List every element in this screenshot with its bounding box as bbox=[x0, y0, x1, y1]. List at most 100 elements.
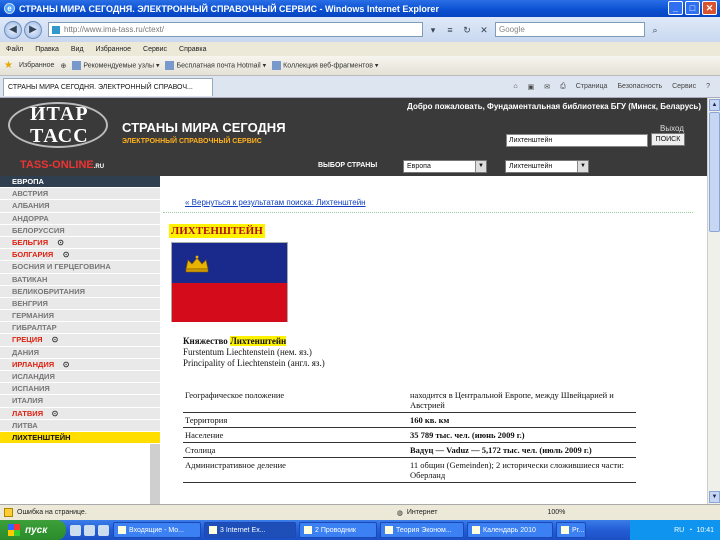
menu-help[interactable]: Справка bbox=[179, 46, 206, 53]
favorite-link-1[interactable]: Рекомендуемые узлы ▾ bbox=[72, 61, 159, 70]
stop-icon[interactable]: ✕ bbox=[477, 23, 491, 37]
menu-view[interactable]: Вид bbox=[71, 46, 84, 53]
language-indicator[interactable]: RU bbox=[674, 527, 684, 534]
taskbar-item[interactable]: 3 Internet Ex... bbox=[204, 522, 296, 538]
site-search-input[interactable]: Лихтенштейн bbox=[506, 134, 648, 147]
sidebar-item[interactable]: АНДОРРА bbox=[0, 212, 160, 225]
zoom-level[interactable]: 100% bbox=[547, 509, 565, 516]
sidebar-item[interactable]: ЛИТВА bbox=[0, 419, 160, 432]
search-icon[interactable]: ⌕ bbox=[648, 23, 662, 37]
refresh-icon[interactable]: ↻ bbox=[460, 23, 474, 37]
favorite-link-icon bbox=[72, 61, 82, 70]
maximize-button[interactable]: □ bbox=[685, 1, 700, 15]
minimize-button[interactable]: _ bbox=[668, 1, 683, 15]
tray-icon[interactable]: ◔ bbox=[688, 527, 692, 534]
sidebar-item-label: ВАТИКАН bbox=[12, 274, 48, 284]
scrollbar-thumb[interactable] bbox=[709, 112, 720, 232]
menu-favorites[interactable]: Избранное bbox=[96, 46, 131, 53]
warning-icon[interactable] bbox=[4, 508, 13, 517]
site-search-button[interactable]: ПОИСК bbox=[651, 133, 685, 146]
help-icon[interactable]: ? bbox=[706, 83, 710, 91]
quicklaunch-icon[interactable] bbox=[70, 524, 81, 536]
feeds-icon[interactable]: ▣ bbox=[528, 83, 535, 91]
quicklaunch-icon[interactable] bbox=[84, 524, 95, 536]
sidebar-item[interactable]: АЛБАНИЯ bbox=[0, 200, 160, 213]
safety-menu[interactable]: Безопасность bbox=[617, 83, 662, 91]
sidebar-item[interactable]: ИСЛАНДИЯ bbox=[0, 371, 160, 384]
forward-button[interactable]: ▶ bbox=[24, 20, 42, 39]
sidebar-item[interactable]: БОЛГАРИЯ ⊙ bbox=[0, 249, 160, 262]
sidebar-item[interactable]: БЕЛЬГИЯ ⊙ bbox=[0, 236, 160, 250]
sidebar-item[interactable]: ИТАЛИЯ bbox=[0, 395, 160, 408]
tass-online-logo[interactable]: TASS-ONLINE.RU bbox=[20, 159, 104, 171]
app-icon bbox=[472, 526, 480, 534]
compat-view-icon[interactable]: ≡ bbox=[443, 23, 457, 37]
scroll-up-icon[interactable]: ▲ bbox=[709, 99, 720, 111]
back-to-results-link[interactable]: « Вернуться к результатам поиска: Лихтен… bbox=[185, 198, 366, 207]
sidebar-item[interactable]: ЕВРОПА bbox=[0, 176, 160, 189]
taskbar-item[interactable]: Входящие - Mo... bbox=[113, 522, 201, 538]
sidebar-item[interactable]: ДАНИЯ bbox=[0, 346, 160, 359]
sidebar-item[interactable]: ВАТИКАН bbox=[0, 273, 160, 286]
sidebar-item[interactable]: ИРЛАНДИЯ ⊙ bbox=[0, 358, 160, 371]
sidebar-item[interactable]: БОСНИЯ И ГЕРЦЕГОВИНА bbox=[0, 261, 160, 274]
sidebar-item[interactable]: ГРЕЦИЯ ⊙ bbox=[0, 334, 160, 347]
sidebar-item[interactable]: ЛИХТЕНШТЕЙН bbox=[0, 431, 160, 445]
fact-value: 35 789 тыс. чел. (июнь 2009 г.) bbox=[408, 427, 636, 443]
favorite-link-3-label: Коллекция веб-фрагментов bbox=[283, 62, 373, 70]
sidebar-item[interactable]: ГИБРАЛТАР bbox=[0, 322, 160, 335]
clock[interactable]: 10:41 bbox=[696, 527, 714, 534]
name-prefix: Княжество bbox=[183, 336, 231, 346]
menu-file[interactable]: Файл bbox=[6, 46, 23, 53]
fact-label: Административное деление bbox=[183, 457, 408, 483]
back-button[interactable]: ◀ bbox=[4, 20, 22, 39]
country-select-value: Лихтенштейн bbox=[509, 163, 553, 170]
home-icon[interactable]: ⌂ bbox=[513, 83, 517, 91]
sidebar-item-label: АВСТРИЯ bbox=[12, 189, 49, 199]
web-search-input[interactable]: Google bbox=[495, 22, 645, 37]
address-field[interactable]: http://www.ima-tass.ru/ctext/ bbox=[48, 22, 423, 37]
media-icon: ⊙ bbox=[57, 237, 64, 247]
itar-tass-logo[interactable]: ИТАР ТАСС bbox=[8, 100, 108, 156]
taskbar-item[interactable]: Календарь 2010 bbox=[467, 522, 553, 538]
sidebar-item[interactable]: ВЕНГРИЯ bbox=[0, 297, 160, 311]
menu-tools[interactable]: Сервис bbox=[143, 46, 167, 53]
globe-icon: ◍ bbox=[396, 509, 403, 517]
country-facts-table: Географическое положение находится в Цент… bbox=[183, 388, 636, 483]
taskbar-item[interactable]: 2 Проводник bbox=[299, 522, 377, 538]
country-select[interactable]: Лихтенштейн ▼ bbox=[505, 160, 589, 173]
sidebar-item[interactable]: ГЕРМАНИЯ bbox=[0, 310, 160, 323]
sidebar-item[interactable]: ЛАТВИЯ ⊙ bbox=[0, 407, 160, 420]
region-select[interactable]: Европа ▼ bbox=[403, 160, 487, 173]
favorites-star-icon[interactable]: ★ bbox=[4, 60, 13, 71]
favorite-link-2[interactable]: Бесплатная почта Hotmail ▾ bbox=[165, 61, 266, 70]
page-menu[interactable]: Страница bbox=[576, 83, 608, 91]
sidebar-item[interactable]: БЕЛОРУССИЯ bbox=[0, 224, 160, 237]
taskbar-item[interactable]: Теория Эконом... bbox=[380, 522, 464, 538]
taskbar-item[interactable]: Pr... bbox=[556, 522, 586, 538]
flag-blue-stripe bbox=[172, 243, 287, 283]
fact-label: Население bbox=[183, 427, 408, 443]
sidebar-item-label: ГРЕЦИЯ bbox=[12, 335, 43, 345]
quicklaunch-icon[interactable] bbox=[98, 524, 109, 536]
tab-current[interactable]: СТРАНЫ МИРА СЕГОДНЯ. ЭЛЕКТРОННЫЙ СПРАВОЧ… bbox=[3, 77, 213, 96]
tools-menu[interactable]: Сервис bbox=[672, 83, 696, 91]
vertical-scrollbar[interactable]: ▲ ▼ bbox=[707, 98, 720, 504]
mail-icon[interactable]: ✉ bbox=[544, 83, 550, 91]
favorite-link-icon bbox=[272, 61, 282, 70]
add-favorite-icon[interactable]: ⊕ bbox=[60, 62, 66, 70]
close-button[interactable]: ✕ bbox=[702, 1, 717, 15]
web-search-placeholder: Google bbox=[499, 25, 525, 34]
scroll-down-icon[interactable]: ▼ bbox=[709, 491, 720, 503]
sidebar-item[interactable]: АВСТРИЯ bbox=[0, 188, 160, 201]
favorites-button[interactable]: Избранное bbox=[19, 62, 54, 69]
sidebar-item[interactable]: ВЕЛИКОБРИТАНИЯ bbox=[0, 285, 160, 298]
logout-link[interactable]: Выход bbox=[660, 124, 684, 133]
sidebar-item[interactable]: ИСПАНИЯ bbox=[0, 383, 160, 396]
address-dropdown-icon[interactable]: ▾ bbox=[426, 23, 440, 37]
start-button[interactable]: пуск bbox=[0, 520, 66, 540]
status-text[interactable]: Ошибка на странице. bbox=[17, 509, 87, 516]
print-icon[interactable]: ⎙ bbox=[560, 83, 566, 91]
favorite-link-3[interactable]: Коллекция веб-фрагментов ▾ bbox=[272, 61, 378, 70]
menu-edit[interactable]: Правка bbox=[35, 46, 59, 53]
